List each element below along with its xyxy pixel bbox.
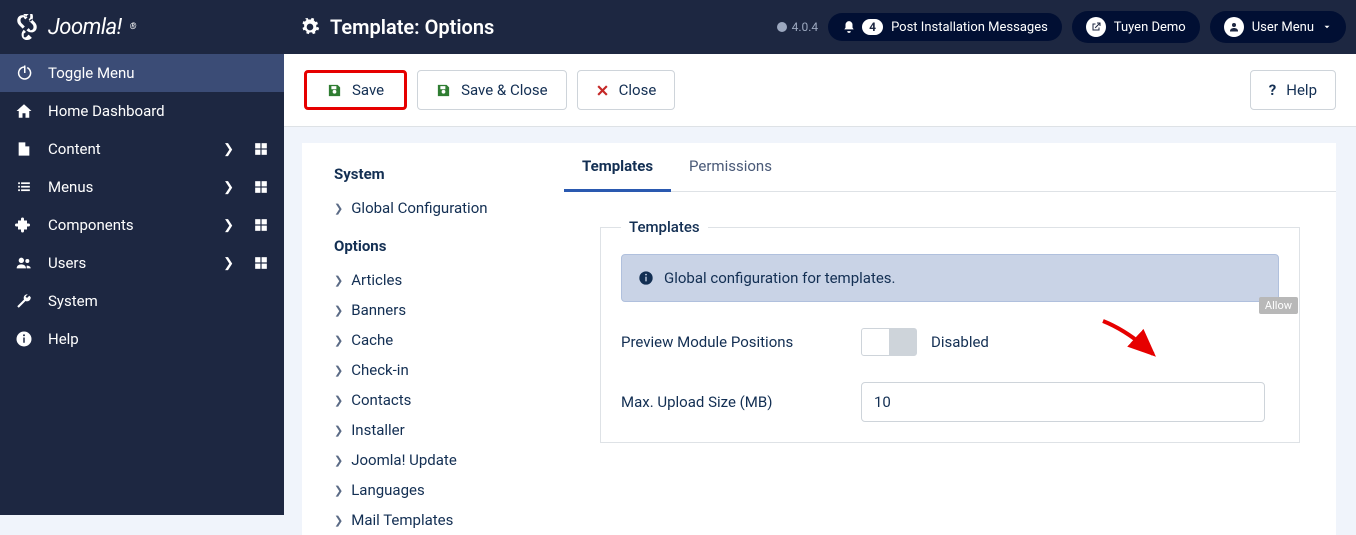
- chevron-right-icon: ❯: [334, 514, 343, 527]
- max-upload-label: Max. Upload Size (MB): [621, 393, 861, 411]
- info-icon: [14, 330, 34, 348]
- chevron-right-icon: ❯: [223, 256, 234, 271]
- grid-icon[interactable]: [254, 180, 268, 194]
- list-icon: [14, 180, 34, 194]
- sidebar-item-users[interactable]: Users ❯: [0, 244, 284, 282]
- bell-icon: [842, 20, 856, 34]
- tab-permissions[interactable]: Permissions: [671, 143, 790, 191]
- tab-templates[interactable]: Templates: [564, 143, 671, 192]
- chevron-right-icon: ❯: [223, 180, 234, 195]
- question-icon: ?: [1269, 81, 1276, 99]
- panel-item-global-config[interactable]: ❯Global Configuration: [334, 193, 564, 223]
- users-icon: [14, 255, 34, 271]
- chevron-right-icon: ❯: [334, 304, 343, 317]
- sidebar-item-components[interactable]: Components ❯: [0, 206, 284, 244]
- power-icon: [14, 64, 34, 82]
- panel-item[interactable]: ❯Languages: [334, 475, 564, 505]
- puzzle-icon: [14, 216, 34, 234]
- user-menu-button[interactable]: User Menu: [1210, 11, 1346, 43]
- tab-bar: Templates Permissions: [564, 143, 1336, 192]
- sidebar-item-label: Content: [48, 140, 101, 158]
- panel-heading-system: System: [334, 165, 564, 183]
- joomla-icon: [14, 14, 40, 40]
- save-icon: [327, 83, 342, 98]
- sidebar-item-system[interactable]: System: [0, 282, 284, 320]
- toggle-state-text: Disabled: [931, 333, 989, 351]
- sidebar-item-label: System: [48, 292, 98, 310]
- fieldset-legend: Templates: [621, 218, 708, 236]
- joomla-logo[interactable]: Joomla!®: [0, 14, 284, 40]
- chevron-right-icon: ❯: [334, 202, 343, 215]
- close-icon: [596, 84, 609, 97]
- chevron-right-icon: ❯: [334, 484, 343, 497]
- panel-item[interactable]: ❯Contacts: [334, 385, 564, 415]
- chevron-right-icon: ❯: [334, 424, 343, 437]
- panel-item[interactable]: ❯Banners: [334, 295, 564, 325]
- demo-link-button[interactable]: Tuyen Demo: [1072, 11, 1200, 43]
- panel-item[interactable]: ❯Check-in: [334, 355, 564, 385]
- sidebar-item-label: Home Dashboard: [48, 102, 165, 120]
- chevron-right-icon: ❯: [334, 334, 343, 347]
- notifications-button[interactable]: 4 Post Installation Messages: [828, 13, 1062, 41]
- chevron-right-icon: ❯: [334, 274, 343, 287]
- home-icon: [14, 102, 34, 120]
- sidebar-item-label: Help: [48, 330, 79, 348]
- gear-icon: [300, 17, 320, 37]
- save-close-button[interactable]: Save & Close: [417, 70, 567, 110]
- chevron-right-icon: ❯: [334, 364, 343, 377]
- grid-icon[interactable]: [254, 142, 268, 156]
- grid-icon[interactable]: [254, 218, 268, 232]
- sidebar-item-label: Components: [48, 216, 134, 234]
- panel-item[interactable]: ❯Joomla! Update: [334, 445, 564, 475]
- wrench-icon: [14, 292, 34, 310]
- info-alert: Global configuration for templates.: [621, 254, 1279, 302]
- sidebar-item-label: Users: [48, 254, 86, 272]
- panel-item[interactable]: ❯Mail Templates: [334, 505, 564, 535]
- panel-item[interactable]: ❯Cache: [334, 325, 564, 355]
- grid-icon[interactable]: [254, 256, 268, 270]
- chevron-down-icon: [1322, 22, 1332, 32]
- sidebar-item-help[interactable]: Help: [0, 320, 284, 358]
- preview-positions-toggle[interactable]: [861, 328, 917, 356]
- toolbar: Save Save & Close Close ? Help: [284, 54, 1356, 126]
- panel-item[interactable]: ❯Articles: [334, 265, 564, 295]
- sidebar-item-toggle-menu[interactable]: Toggle Menu: [0, 54, 284, 92]
- panel-item[interactable]: ❯Installer: [334, 415, 564, 445]
- max-upload-input[interactable]: [861, 382, 1265, 422]
- sidebar-item-content[interactable]: Content ❯: [0, 130, 284, 168]
- save-button[interactable]: Save: [304, 70, 407, 110]
- preview-positions-label: Preview Module Positions: [621, 333, 861, 351]
- sidebar-item-menus[interactable]: Menus ❯: [0, 168, 284, 206]
- chevron-right-icon: ❯: [334, 394, 343, 407]
- allow-badge: Allow: [1259, 297, 1298, 314]
- sidebar-item-home-dashboard[interactable]: Home Dashboard: [0, 92, 284, 130]
- chevron-right-icon: ❯: [223, 142, 234, 157]
- sidebar-item-label: Toggle Menu: [48, 64, 135, 82]
- brand-text: Joomla!: [48, 15, 122, 40]
- page-title: Template: Options: [284, 15, 494, 39]
- chevron-right-icon: ❯: [334, 454, 343, 467]
- help-button[interactable]: ? Help: [1250, 70, 1336, 110]
- panel-heading-options: Options: [334, 237, 564, 255]
- user-icon: [1228, 21, 1240, 33]
- chevron-right-icon: ❯: [223, 218, 234, 233]
- sidebar: Toggle Menu Home Dashboard Content ❯ Men…: [0, 54, 284, 515]
- options-side-panel: System ❯Global Configuration Options ❯Ar…: [302, 143, 564, 535]
- close-button[interactable]: Close: [577, 70, 676, 110]
- external-link-icon: [1090, 21, 1102, 33]
- sidebar-item-label: Menus: [48, 178, 93, 196]
- save-icon: [436, 83, 451, 98]
- info-circle-icon: [638, 270, 654, 286]
- joomla-mini-icon: [776, 21, 788, 33]
- file-icon: [14, 140, 34, 158]
- version-label: 4.0.4: [776, 20, 819, 34]
- templates-fieldset: Templates Global configuration for templ…: [600, 218, 1300, 443]
